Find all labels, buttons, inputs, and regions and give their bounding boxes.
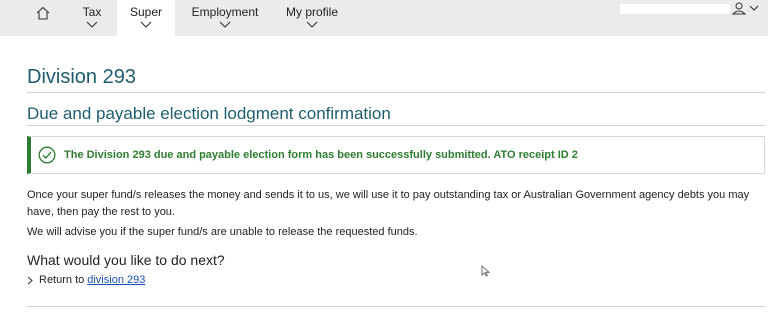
page-title: Division 293 (27, 66, 136, 88)
nav-item-tax[interactable]: Tax (73, 0, 111, 36)
return-link-row: Return to division 293 (27, 274, 145, 286)
success-message: The Division 293 due and payable electio… (64, 149, 578, 161)
top-navigation: Tax Super Employment My profile (0, 0, 768, 36)
nav-item-label: Tax (82, 5, 102, 19)
nav-item-super[interactable]: Super (117, 0, 175, 36)
chevron-down-icon (140, 21, 152, 28)
user-menu[interactable] (728, 2, 768, 16)
redacted-area (620, 4, 730, 14)
return-prefix: Return to (39, 274, 85, 286)
home-icon (36, 6, 50, 20)
divider (27, 92, 765, 93)
check-circle-icon (38, 146, 56, 164)
mouse-cursor-icon (481, 265, 490, 277)
division-293-link[interactable]: division 293 (87, 274, 145, 286)
info-paragraph: Once your super fund/s releases the mone… (27, 189, 750, 218)
chevron-down-icon (86, 21, 98, 28)
next-steps-heading: What would you like to do next? (27, 252, 225, 268)
nav-item-my-profile[interactable]: My profile (283, 0, 341, 36)
success-message-box: The Division 293 due and payable electio… (27, 136, 765, 174)
section-title: Due and payable election lodgment confir… (27, 104, 391, 123)
chevron-down-icon (306, 21, 318, 28)
chevron-down-icon (219, 21, 231, 28)
home-nav-item[interactable] (30, 0, 56, 36)
nav-item-employment[interactable]: Employment (186, 0, 264, 36)
chevron-right-icon (27, 276, 33, 284)
divider (27, 125, 765, 126)
nav-item-label: Super (129, 5, 163, 19)
info-paragraph: We will advise you if the super fund/s a… (27, 226, 418, 238)
nav-item-label: My profile (285, 5, 338, 19)
divider (27, 306, 765, 307)
user-icon (731, 2, 759, 15)
nav-item-label: Employment (191, 5, 259, 19)
